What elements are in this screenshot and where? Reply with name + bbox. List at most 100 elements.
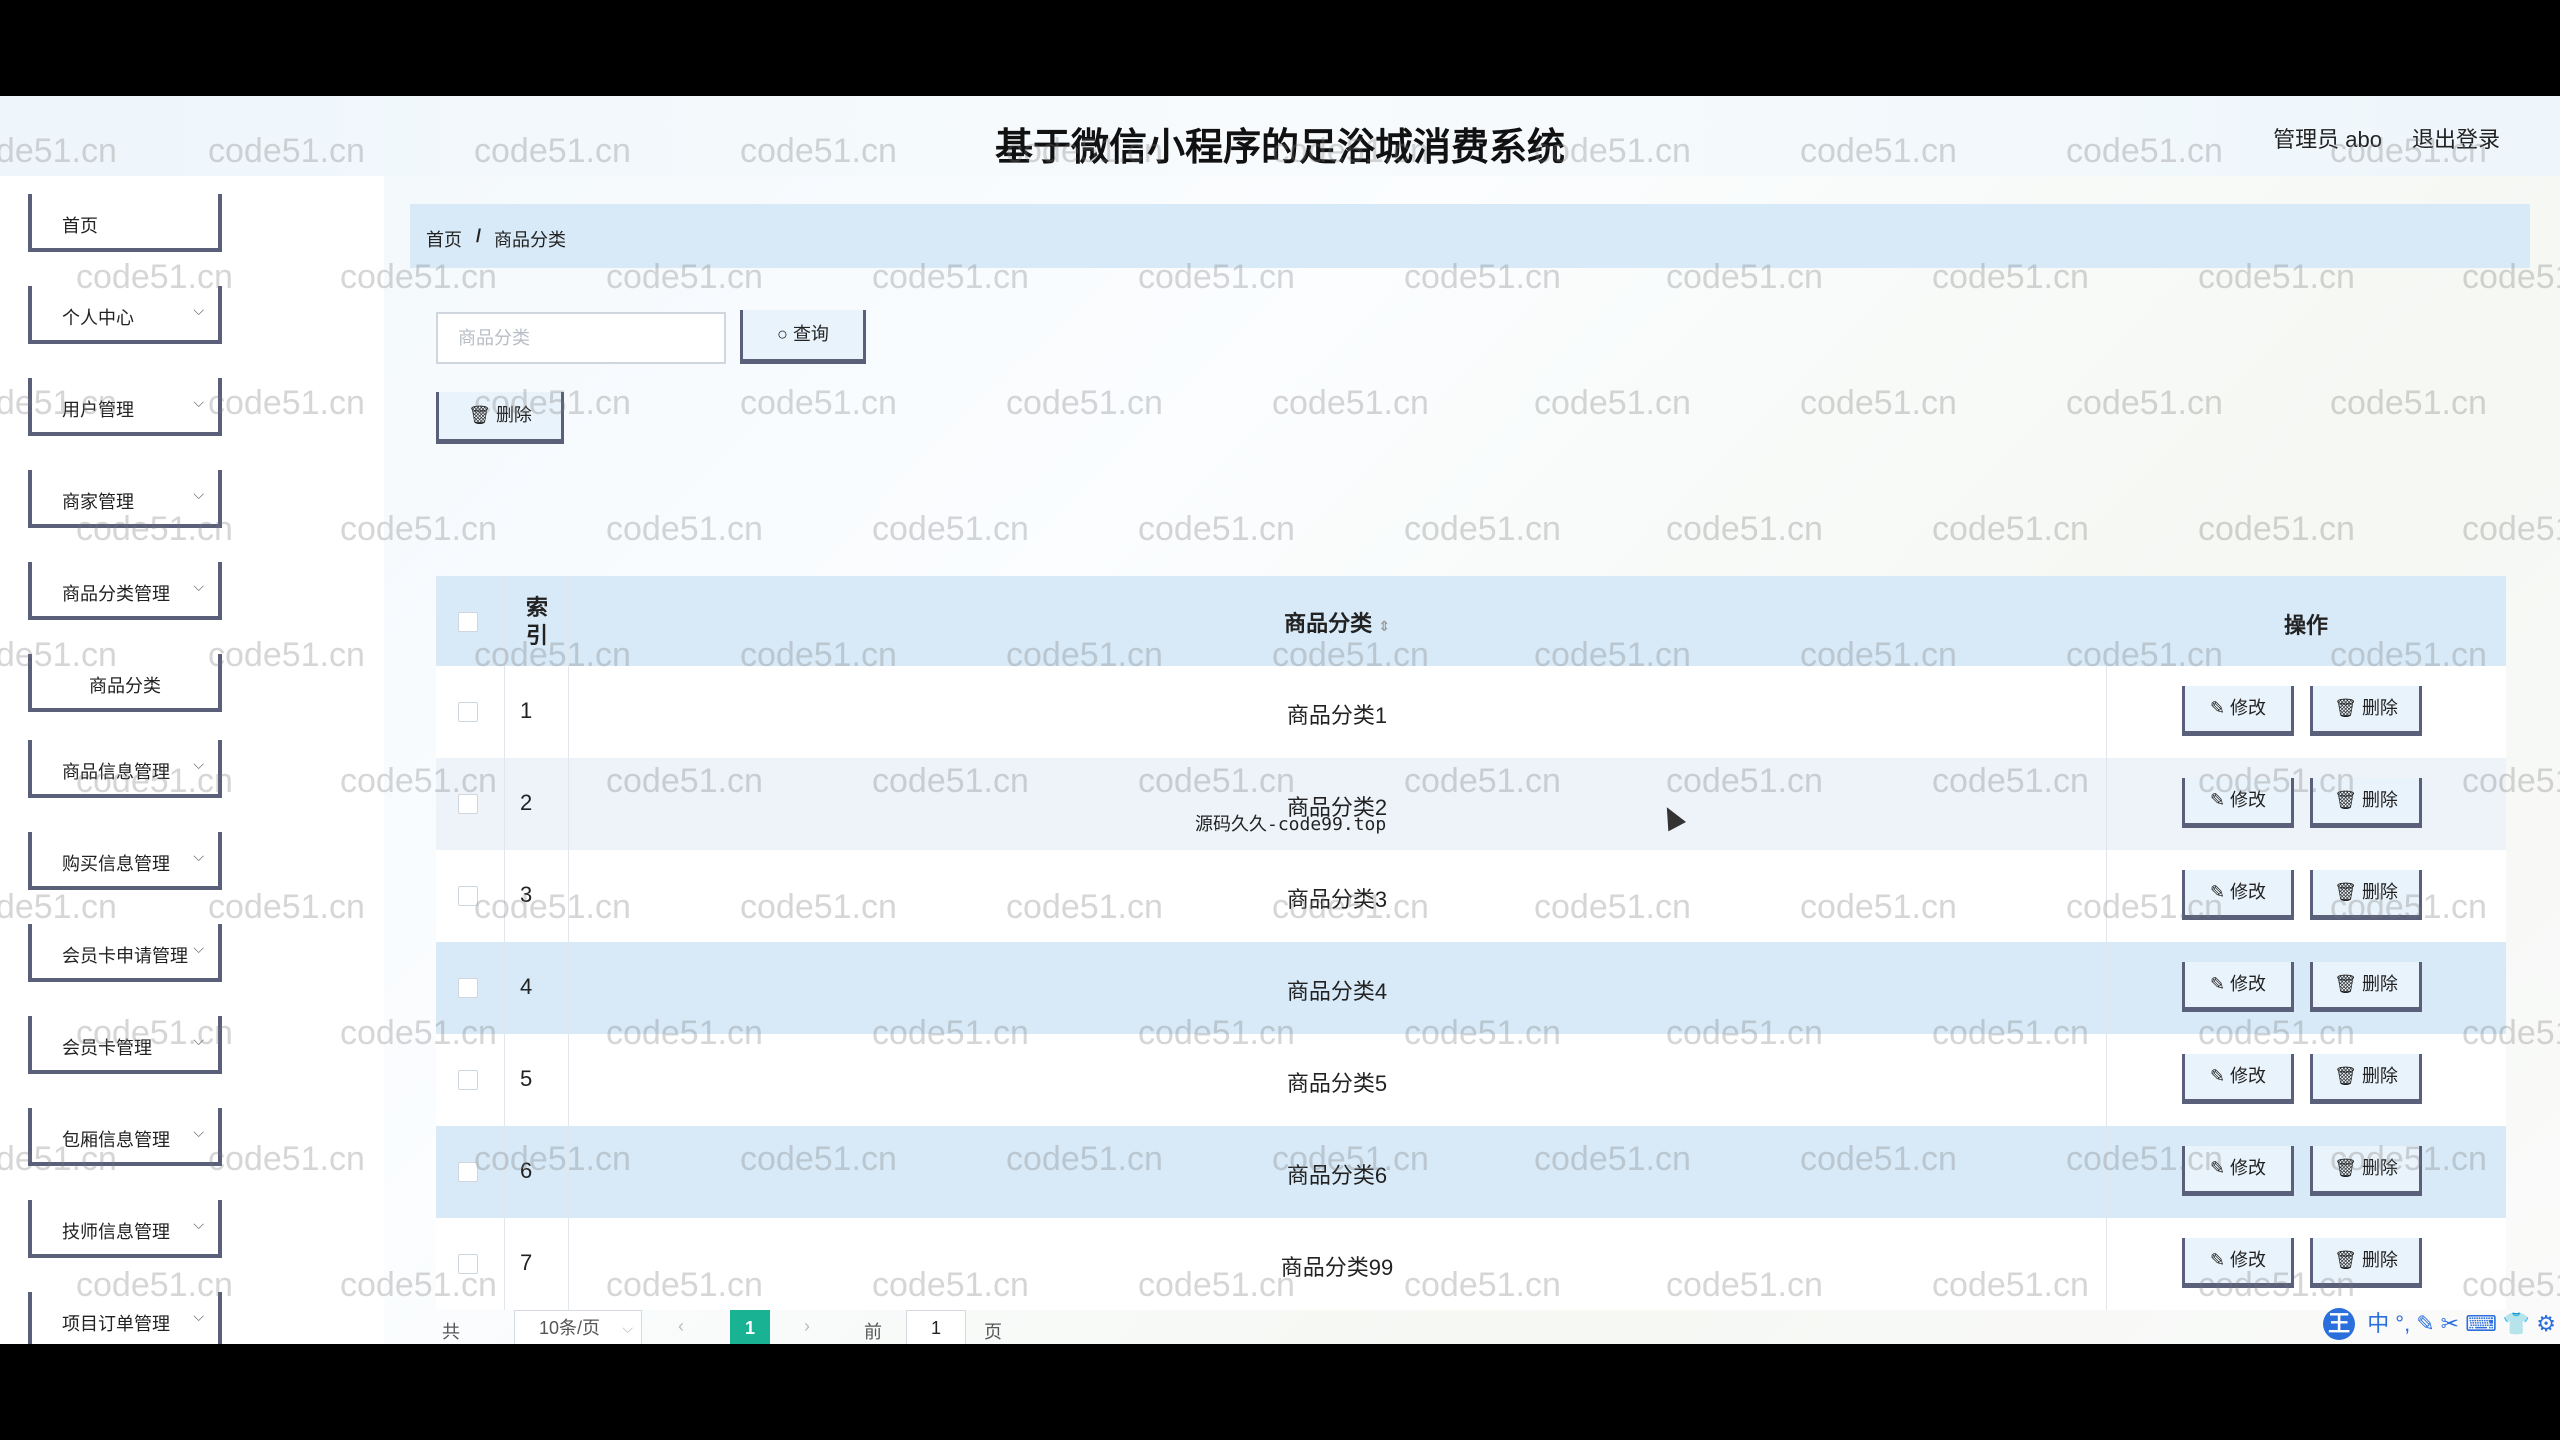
category-search-input[interactable] xyxy=(436,312,726,364)
row-checkbox[interactable] xyxy=(458,978,478,998)
table-row: 7 商品分类99 ✎ 修改 🗑 删除 xyxy=(436,1218,2506,1310)
sidebar-item-label: 商品信息管理 xyxy=(62,762,170,782)
ime-tray-icon[interactable]: 中 xyxy=(2367,1311,2389,1336)
page-size-select[interactable]: 10条/页 ⌵ xyxy=(514,1310,642,1344)
header-category-label: 商品分类 xyxy=(1284,611,1373,636)
app-screen: 基于微信小程序的足浴城消费系统 管理员 abo 退出登录 首页 个人中心 ⌵ 用户管理… xyxy=(0,96,2560,1344)
delete-label: 删除 xyxy=(2361,790,2398,810)
table-row: 5 商品分类5 ✎ 修改 🗑 删除 xyxy=(436,1034,2506,1126)
sidebar-item[interactable]: 会员卡管理 ⌵ xyxy=(28,1016,222,1074)
page-number-button[interactable]: 1 xyxy=(730,1310,770,1344)
sidebar-item-label: 商品分类管理 xyxy=(62,584,170,604)
ime-tray-icon[interactable]: ✎ xyxy=(2416,1311,2434,1336)
sidebar-item-label: 购买信息管理 xyxy=(62,854,170,874)
prev-page-button[interactable]: ‹ xyxy=(678,1316,684,1337)
column-divider xyxy=(2106,942,2107,1034)
edit-icon: ✎ xyxy=(2209,882,2226,902)
row-checkbox[interactable] xyxy=(458,1070,478,1090)
column-divider xyxy=(504,1126,505,1218)
ime-tray-icon[interactable]: °, xyxy=(2395,1311,2410,1336)
table-row: 4 商品分类4 ✎ 修改 🗑 删除 xyxy=(436,942,2506,1034)
goto-page-input[interactable]: 1 xyxy=(906,1310,966,1344)
row-category: 商品分类6 xyxy=(1286,1163,1388,1188)
chevron-down-icon: ⌵ xyxy=(193,1032,204,1048)
delete-button[interactable]: 🗑 删除 xyxy=(2310,870,2422,920)
main-content: 首页 / 商品分类 ○ 查询 🗑 删除 索引 商品分类 ⇕ 操作 xyxy=(386,176,2560,1344)
chevron-down-icon: ⌵ xyxy=(622,1320,633,1336)
sidebar-item-label: 包厢信息管理 xyxy=(62,1130,170,1150)
edit-button[interactable]: ✎ 修改 xyxy=(2182,1146,2294,1196)
search-button[interactable]: ○ 查询 xyxy=(740,310,866,364)
sidebar-item[interactable]: 项目订单管理 ⌵ xyxy=(28,1292,222,1344)
ime-logo-icon[interactable]: 王 xyxy=(2323,1308,2356,1340)
delete-button[interactable]: 🗑 删除 xyxy=(2310,778,2422,828)
ime-tray-icon[interactable]: ✂ xyxy=(2441,1311,2459,1336)
edit-button[interactable]: ✎ 修改 xyxy=(2182,686,2294,736)
search-icon: ○ xyxy=(777,324,788,344)
row-category: 商品分类3 xyxy=(1286,887,1388,912)
admin-user-label: 管理员 abo xyxy=(2273,127,2382,152)
sidebar-item[interactable]: 购买信息管理 ⌵ xyxy=(28,832,222,890)
sidebar-item[interactable]: 商家管理 ⌵ xyxy=(28,470,222,528)
delete-button[interactable]: 🗑 删除 xyxy=(2310,962,2422,1012)
select-all-checkbox[interactable] xyxy=(458,612,478,632)
sidebar-item[interactable]: 商品信息管理 ⌵ xyxy=(28,740,222,798)
ime-tray-icon[interactable]: 👕 xyxy=(2503,1311,2530,1336)
edit-button[interactable]: ✎ 修改 xyxy=(2182,1054,2294,1104)
sidebar-item[interactable]: 商品分类 xyxy=(28,654,222,712)
ime-tray[interactable]: 王 中 °, ✎ ✂ ⌨ 👕 ⚙ xyxy=(2317,1306,2556,1342)
ime-tray-icon[interactable]: ⌨ xyxy=(2465,1311,2497,1336)
sort-icon[interactable]: ⇕ xyxy=(1378,618,1390,634)
trash-icon: 🗑 xyxy=(2334,974,2357,994)
row-category: 商品分类4 xyxy=(1286,979,1388,1004)
edit-button[interactable]: ✎ 修改 xyxy=(2182,870,2294,920)
logout-link[interactable]: 退出登录 xyxy=(2412,122,2500,154)
header-index-char-1: 索 xyxy=(526,595,549,620)
row-index: 6 xyxy=(520,1158,533,1183)
next-page-button[interactable]: › xyxy=(804,1316,810,1337)
row-checkbox[interactable] xyxy=(458,1254,478,1274)
delete-button[interactable]: 🗑 删除 xyxy=(2310,1054,2422,1104)
trash-icon: 🗑 xyxy=(2334,790,2357,810)
breadcrumb-home[interactable]: 首页 xyxy=(426,226,462,252)
delete-button[interactable]: 🗑 删除 xyxy=(2310,686,2422,736)
row-checkbox[interactable] xyxy=(458,886,478,906)
sidebar-item[interactable]: 包厢信息管理 ⌵ xyxy=(28,1108,222,1166)
sidebar-item[interactable]: 用户管理 ⌵ xyxy=(28,378,222,436)
sidebar-item[interactable]: 技师信息管理 ⌵ xyxy=(28,1200,222,1258)
sidebar-item-label: 技师信息管理 xyxy=(62,1222,170,1242)
row-checkbox[interactable] xyxy=(458,702,478,722)
edit-label: 修改 xyxy=(2230,974,2267,994)
edit-icon: ✎ xyxy=(2209,698,2226,718)
column-divider xyxy=(504,1034,505,1126)
table-row: 1 商品分类1 ✎ 修改 🗑 删除 xyxy=(436,666,2506,758)
delete-button[interactable]: 🗑 删除 xyxy=(2310,1146,2422,1196)
sidebar-item[interactable]: 会员卡申请管理 ⌵ xyxy=(28,924,222,982)
ime-tray-icon[interactable]: ⚙ xyxy=(2536,1311,2556,1336)
row-category: 商品分类1 xyxy=(1286,703,1388,728)
overlay-watermark-text: 源码久久-code99.top xyxy=(1195,814,1387,835)
sidebar-item[interactable]: 个人中心 ⌵ xyxy=(28,286,222,344)
column-divider xyxy=(504,1218,505,1310)
row-checkbox[interactable] xyxy=(458,1162,478,1182)
edit-icon: ✎ xyxy=(2209,790,2226,810)
row-index: 2 xyxy=(520,790,533,815)
row-checkbox[interactable] xyxy=(458,794,478,814)
edit-button[interactable]: ✎ 修改 xyxy=(2182,1238,2294,1288)
edit-icon: ✎ xyxy=(2209,1158,2226,1178)
header-index-char-2: 引 xyxy=(526,623,549,648)
bulk-delete-button[interactable]: 🗑 删除 xyxy=(436,392,564,444)
header-category[interactable]: 商品分类 ⇕ xyxy=(568,606,2106,638)
row-index: 7 xyxy=(520,1250,533,1275)
edit-button[interactable]: ✎ 修改 xyxy=(2182,778,2294,828)
trash-icon: 🗑 xyxy=(2334,1066,2357,1086)
edit-button[interactable]: ✎ 修改 xyxy=(2182,962,2294,1012)
sidebar-item[interactable]: 首页 xyxy=(28,194,222,252)
sidebar-item-label: 用户管理 xyxy=(62,400,134,420)
delete-button[interactable]: 🗑 删除 xyxy=(2310,1238,2422,1288)
trash-icon: 🗑 xyxy=(2334,1250,2357,1270)
trash-icon: 🗑 xyxy=(2334,698,2357,718)
table-row: 6 商品分类6 ✎ 修改 🗑 删除 xyxy=(436,1126,2506,1218)
sidebar-item[interactable]: 商品分类管理 ⌵ xyxy=(28,562,222,620)
column-divider xyxy=(504,576,505,666)
